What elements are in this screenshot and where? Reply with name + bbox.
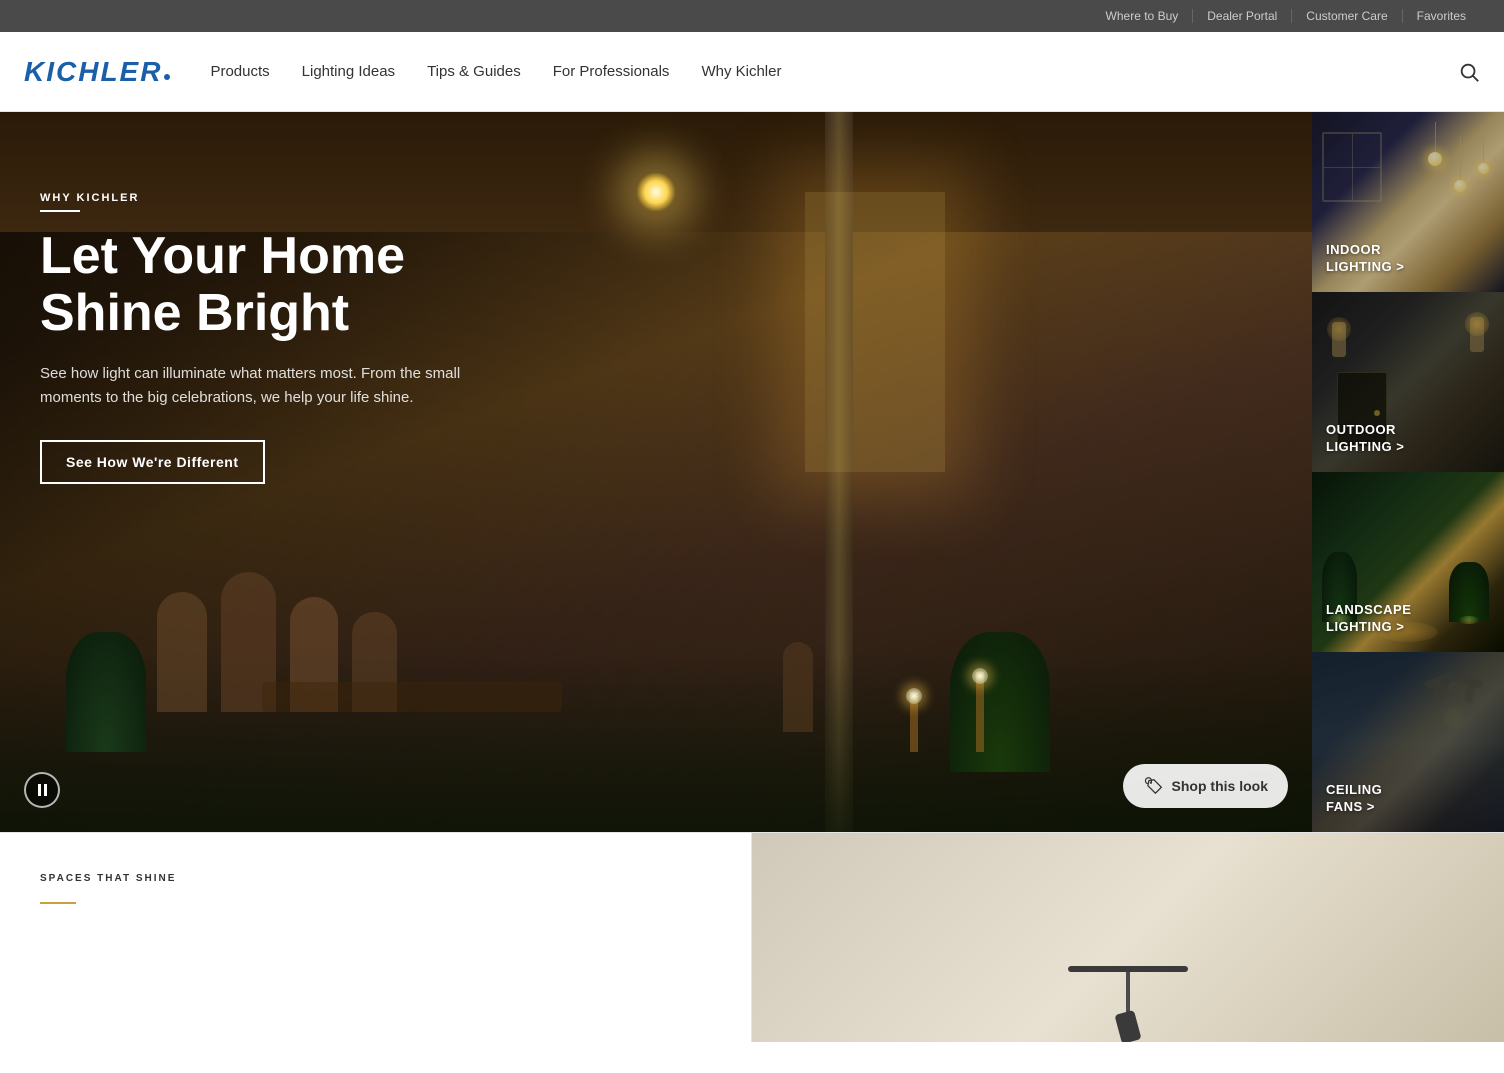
plant-left (66, 632, 146, 752)
search-icon (1458, 61, 1480, 83)
table (262, 682, 562, 712)
light-globe-2 (972, 668, 988, 684)
hero-label-line (40, 210, 80, 212)
outdoor-lighting-panel[interactable]: OUTDOOR LIGHTING > (1312, 292, 1504, 472)
shop-look-button[interactable]: 🏷 Shop this look (1123, 764, 1288, 808)
nav-tips-guides[interactable]: Tips & Guides (427, 55, 521, 88)
landscape-panel-label: LANDSCAPE LIGHTING > (1326, 602, 1411, 636)
nav-for-professionals[interactable]: For Professionals (553, 55, 670, 88)
search-button[interactable] (1458, 61, 1480, 83)
logo[interactable]: KICHLER (24, 56, 170, 88)
dealer-portal-link[interactable]: Dealer Portal (1193, 9, 1292, 23)
ceiling-light (636, 172, 676, 212)
child-figure (783, 642, 813, 732)
indoor-panel-label: INDOOR LIGHTING > (1326, 242, 1404, 276)
landscape-lighting-panel[interactable]: LANDSCAPE LIGHTING > (1312, 472, 1504, 652)
customer-care-link[interactable]: Customer Care (1292, 9, 1402, 23)
hero-cta-button[interactable]: See How We're Different (40, 440, 265, 484)
pause-bar-left (38, 784, 41, 796)
pause-bar-right (44, 784, 47, 796)
window-glow (805, 192, 945, 472)
pause-button[interactable] (24, 772, 60, 808)
ceiling-fans-panel[interactable]: CEILING FANS > (1312, 652, 1504, 832)
section-label-line (40, 902, 76, 904)
path-light-2 (976, 672, 984, 752)
logo-dot (164, 74, 170, 80)
hero-label: WHY KICHLER (40, 192, 520, 212)
bottom-right (752, 833, 1504, 1042)
indoor-lighting-panel[interactable]: INDOOR LIGHTING > (1312, 112, 1504, 292)
path-light-1 (910, 692, 918, 752)
person-1 (157, 592, 207, 712)
logo-text: KICHLER (24, 56, 162, 88)
section-label: SPACES THAT SHINE (40, 873, 711, 884)
nav-products[interactable]: Products (210, 55, 269, 88)
tag-icon: 🏷 (1143, 776, 1163, 796)
hero-section: WHY KICHLER Let Your Home Shine Bright S… (0, 112, 1504, 832)
bottom-section: SPACES THAT SHINE (0, 832, 1504, 1042)
plant-right (950, 632, 1050, 772)
track-light-preview (1068, 966, 1188, 1042)
favorites-link[interactable]: Favorites (1403, 9, 1480, 23)
nav-why-kichler[interactable]: Why Kichler (701, 55, 781, 88)
bottom-preview (752, 833, 1504, 1042)
pause-icon (38, 784, 47, 796)
hero-content: WHY KICHLER Let Your Home Shine Bright S… (40, 192, 520, 484)
where-to-buy-link[interactable]: Where to Buy (1092, 9, 1194, 23)
utility-bar: Where to Buy Dealer Portal Customer Care… (0, 0, 1504, 32)
bottom-left: SPACES THAT SHINE (0, 833, 752, 1042)
shop-look-label: Shop this look (1172, 778, 1268, 794)
hero-sidebar: INDOOR LIGHTING > OUTDOOR LIGHTING > (1312, 112, 1504, 832)
outdoor-panel-label: OUTDOOR LIGHTING > (1326, 422, 1404, 456)
nav-links: Products Lighting Ideas Tips & Guides Fo… (210, 55, 1458, 88)
hero-main: WHY KICHLER Let Your Home Shine Bright S… (0, 112, 1312, 832)
nav-lighting-ideas[interactable]: Lighting Ideas (302, 55, 395, 88)
hero-title: Let Your Home Shine Bright (40, 228, 520, 342)
ceiling-panel-label: CEILING FANS > (1326, 782, 1382, 816)
main-nav: KICHLER Products Lighting Ideas Tips & G… (0, 32, 1504, 112)
hero-subtitle: See how light can illuminate what matter… (40, 362, 520, 410)
